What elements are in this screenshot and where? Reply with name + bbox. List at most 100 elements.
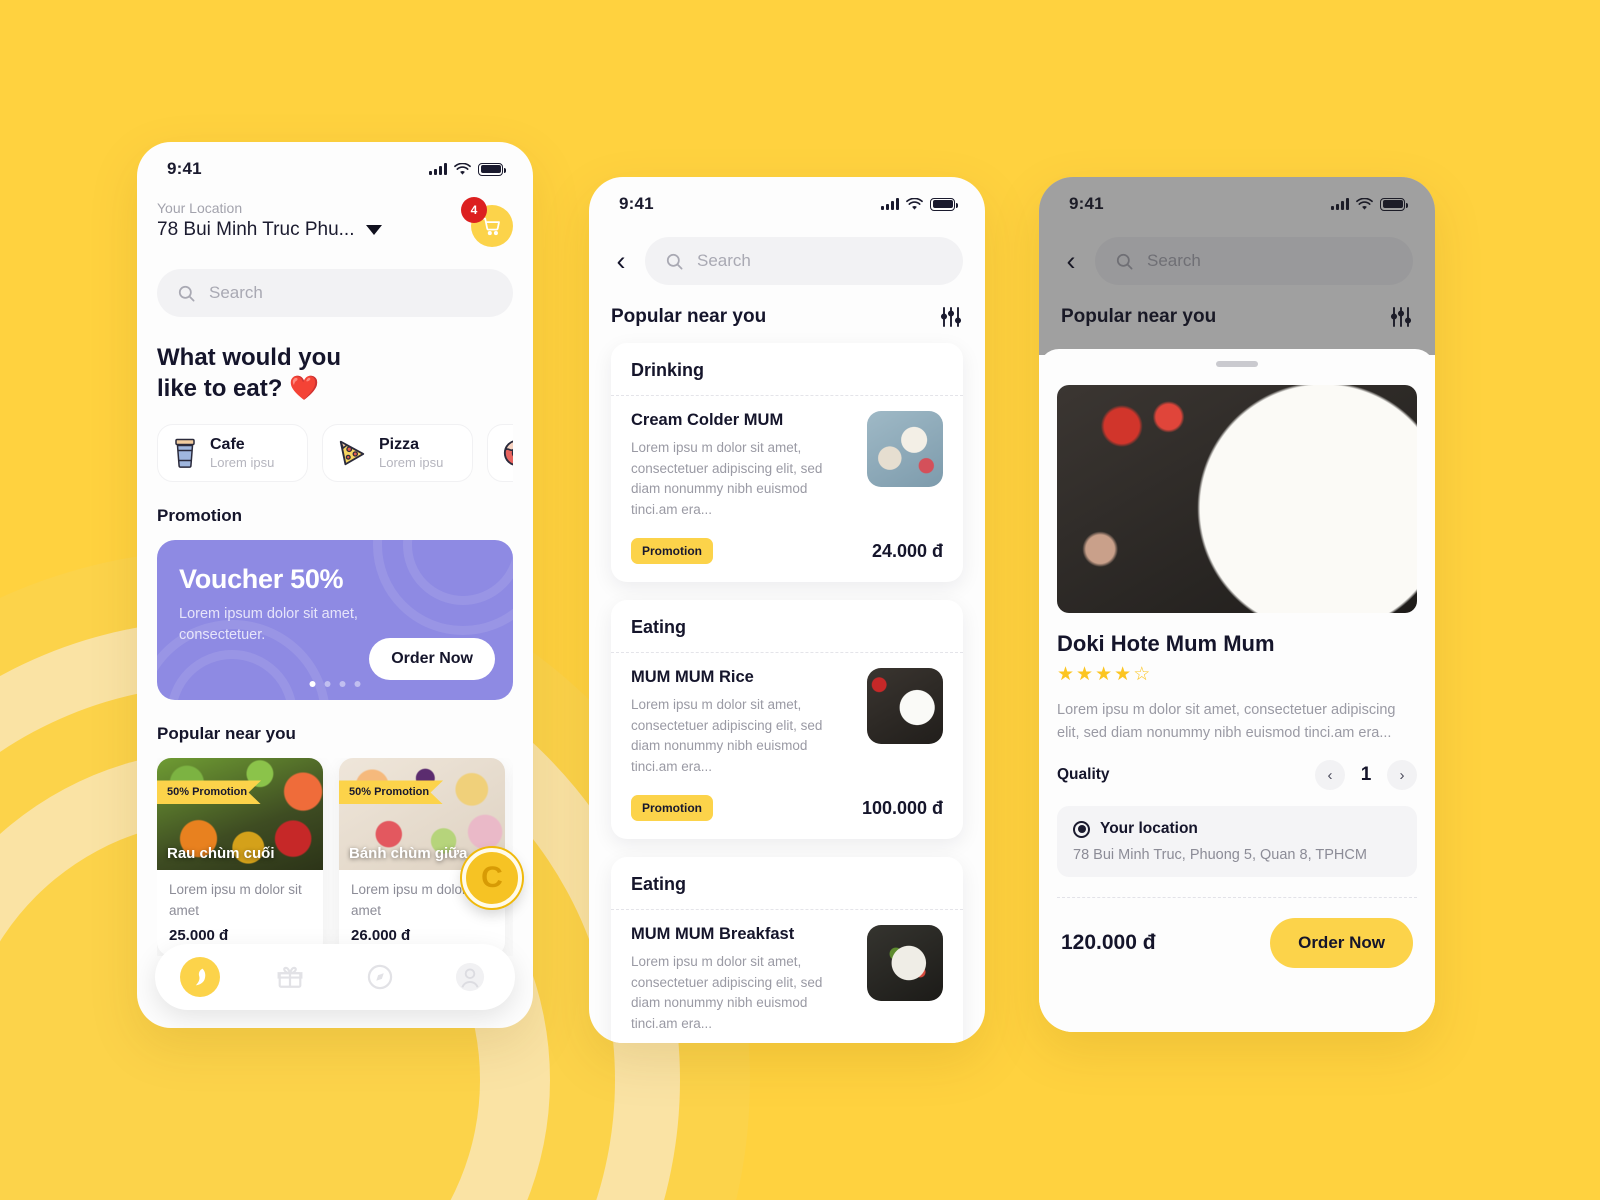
food-item-list[interactable]: Drinking Cream Colder MUM Lorem ipsu m d…	[589, 343, 985, 1043]
status-time: 9:41	[167, 159, 202, 178]
star-filled-icon: ★	[1057, 664, 1077, 685]
chevron-left-icon[interactable]: ‹	[1061, 247, 1081, 275]
quantity-increment-button[interactable]: ›	[1387, 760, 1417, 791]
donut-icon	[503, 440, 513, 466]
nav-item-profile[interactable]	[450, 957, 490, 997]
category-chip-cafe[interactable]: Cafe Lorem ipsu	[157, 424, 308, 483]
bite-home-icon[interactable]	[180, 957, 220, 997]
food-category: Eating	[631, 874, 687, 895]
search-input[interactable]: Search	[1095, 237, 1413, 285]
profile-icon	[455, 962, 485, 992]
popular-section-title: Popular near you	[157, 724, 296, 744]
food-item-desc: Lorem ipsu m dolor sit amet, consectetue…	[631, 697, 823, 774]
nav-item-home[interactable]	[180, 957, 220, 997]
rating-stars: ★★★★☆	[1057, 663, 1417, 686]
food-item-price: 24.000 đ	[871, 540, 943, 561]
food-item-thumbnail	[867, 668, 943, 745]
food-category: Drinking	[631, 360, 705, 380]
star-filled-icon: ★	[1076, 664, 1096, 685]
carousel-dot[interactable]	[339, 681, 346, 688]
sliders-filter-icon[interactable]	[1389, 305, 1413, 329]
quantity-stepper[interactable]: ‹ 1 ›	[1315, 760, 1417, 791]
food-item-name: MUM MUM Rice	[631, 668, 754, 687]
food-item-card[interactable]: Eating MUM MUM Rice Lorem ipsu m dolor s…	[611, 600, 963, 840]
bite-glyph	[195, 968, 206, 986]
category-chip-donut[interactable]: Donut Lorem ipsu	[487, 424, 513, 483]
voucher-order-now-button[interactable]: Order Now	[369, 638, 495, 681]
coffee-cup-icon	[175, 439, 195, 469]
promotion-section-title: Promotion	[157, 506, 242, 526]
signal-bars-icon	[881, 198, 899, 210]
wifi-icon	[906, 197, 923, 210]
sliders-filter-icon[interactable]	[939, 305, 963, 329]
food-item-desc: Lorem ipsu m dolor sit amet, consectetue…	[631, 440, 823, 517]
search-placeholder: Search	[209, 283, 263, 302]
food-item-card[interactable]: Eating MUM MUM Breakfast Lorem ipsu m do…	[611, 857, 963, 1043]
food-item-price: 100.000 đ	[861, 797, 943, 818]
carousel-dot[interactable]	[354, 681, 361, 688]
status-bar: 9:41	[589, 177, 985, 223]
carousel-dot[interactable]	[324, 681, 331, 688]
food-item-body: MUM MUM Breakfast Lorem ipsu m dolor sit…	[611, 910, 963, 1043]
location-label: Your Location	[157, 200, 243, 216]
carousel-dots[interactable]	[309, 681, 361, 688]
status-bar: 9:41	[1039, 177, 1435, 223]
promotion-ribbon: 50% Promotion	[339, 780, 444, 805]
food-item-desc: Lorem ipsu m dolor sit amet, consectetue…	[631, 954, 823, 1031]
location-row[interactable]: Your Location 78 Bui Minh Truc Phu... 4	[157, 197, 513, 247]
section-title: Popular near you	[1061, 306, 1217, 327]
battery-icon	[930, 197, 958, 211]
search-input[interactable]: Search	[645, 237, 963, 285]
nav-item-explore[interactable]	[360, 957, 400, 997]
search-input[interactable]: Search	[157, 269, 513, 317]
battery-icon	[478, 162, 506, 176]
heart-icon: ❤️	[289, 374, 319, 402]
search-placeholder: Search	[1147, 251, 1201, 270]
detail-description: Lorem ipsu m dolor sit amet, consectetue…	[1057, 702, 1396, 741]
wifi-icon	[1356, 197, 1373, 210]
food-item-footer: Promotion 100.000 đ	[611, 795, 963, 839]
location-box[interactable]: Your location 78 Bui Minh Truc, Phuong 5…	[1057, 806, 1417, 878]
popular-card-name: Rau chùm cuối	[167, 845, 275, 863]
status-icons	[429, 162, 506, 176]
detail-title: Doki Hote Mum Mum	[1057, 631, 1275, 656]
status-time: 9:41	[619, 194, 654, 213]
category-chip-cafe-text: Cafe Lorem ipsu	[210, 436, 274, 470]
carousel-dot[interactable]	[309, 681, 316, 688]
voucher-banner[interactable]: Voucher 50% Lorem ipsum dolor sit amet, …	[157, 540, 513, 701]
category-chip-pizza[interactable]: Pizza Lorem ipsu	[322, 424, 473, 483]
location-value: 78 Bui Minh Truc Phu...	[157, 219, 355, 240]
gift-icon	[277, 966, 303, 988]
location-value-wrap[interactable]: 78 Bui Minh Truc Phu...	[157, 219, 382, 241]
popular-card-image: 50% Promotion Rau chùm cuối	[157, 758, 323, 871]
location-text: Your Location 78 Bui Minh Truc Phu...	[157, 200, 382, 241]
promotion-tag: Promotion	[631, 795, 713, 822]
popular-card[interactable]: 50% Promotion Rau chùm cuối Lorem ipsu m…	[157, 758, 323, 956]
section-title: Popular near you	[611, 306, 767, 327]
category-chip-list[interactable]: Cafe Lorem ipsu Pizza Lorem ipsu	[157, 424, 513, 483]
radio-selected-icon[interactable]	[1073, 820, 1090, 838]
category-name: Pizza	[379, 436, 420, 454]
nav-item-gifts[interactable]	[270, 957, 310, 997]
quantity-decrement-button[interactable]: ‹	[1315, 760, 1345, 791]
bottom-nav-bar[interactable]	[155, 944, 515, 1010]
quality-label: Quality	[1057, 766, 1110, 784]
chevron-left-icon[interactable]: ‹	[611, 247, 631, 275]
popular-card-name: Bánh chùm giữa.	[349, 845, 472, 863]
food-item-name: MUM MUM Breakfast	[631, 925, 795, 944]
signal-bars-icon	[1331, 198, 1349, 210]
sheet-drag-handle[interactable]	[1216, 361, 1258, 367]
caret-down-icon[interactable]	[365, 225, 382, 235]
section-header-row: Popular near you	[589, 305, 985, 329]
order-now-button[interactable]: Order Now	[1270, 918, 1413, 969]
voucher-ring-decoration	[373, 540, 513, 636]
food-item-thumbnail	[867, 411, 943, 487]
search-placeholder: Search	[697, 251, 751, 270]
food-item-card[interactable]: Drinking Cream Colder MUM Lorem ipsu m d…	[611, 343, 963, 583]
search-icon	[178, 285, 195, 301]
popular-card-list[interactable]: 50% Promotion Rau chùm cuối Lorem ipsu m…	[157, 758, 513, 956]
cart-button[interactable]: 4	[461, 197, 513, 247]
search-header-row: ‹ Search	[1039, 237, 1435, 285]
star-empty-icon: ☆	[1133, 664, 1153, 685]
coin-badge[interactable]: C	[462, 848, 522, 908]
